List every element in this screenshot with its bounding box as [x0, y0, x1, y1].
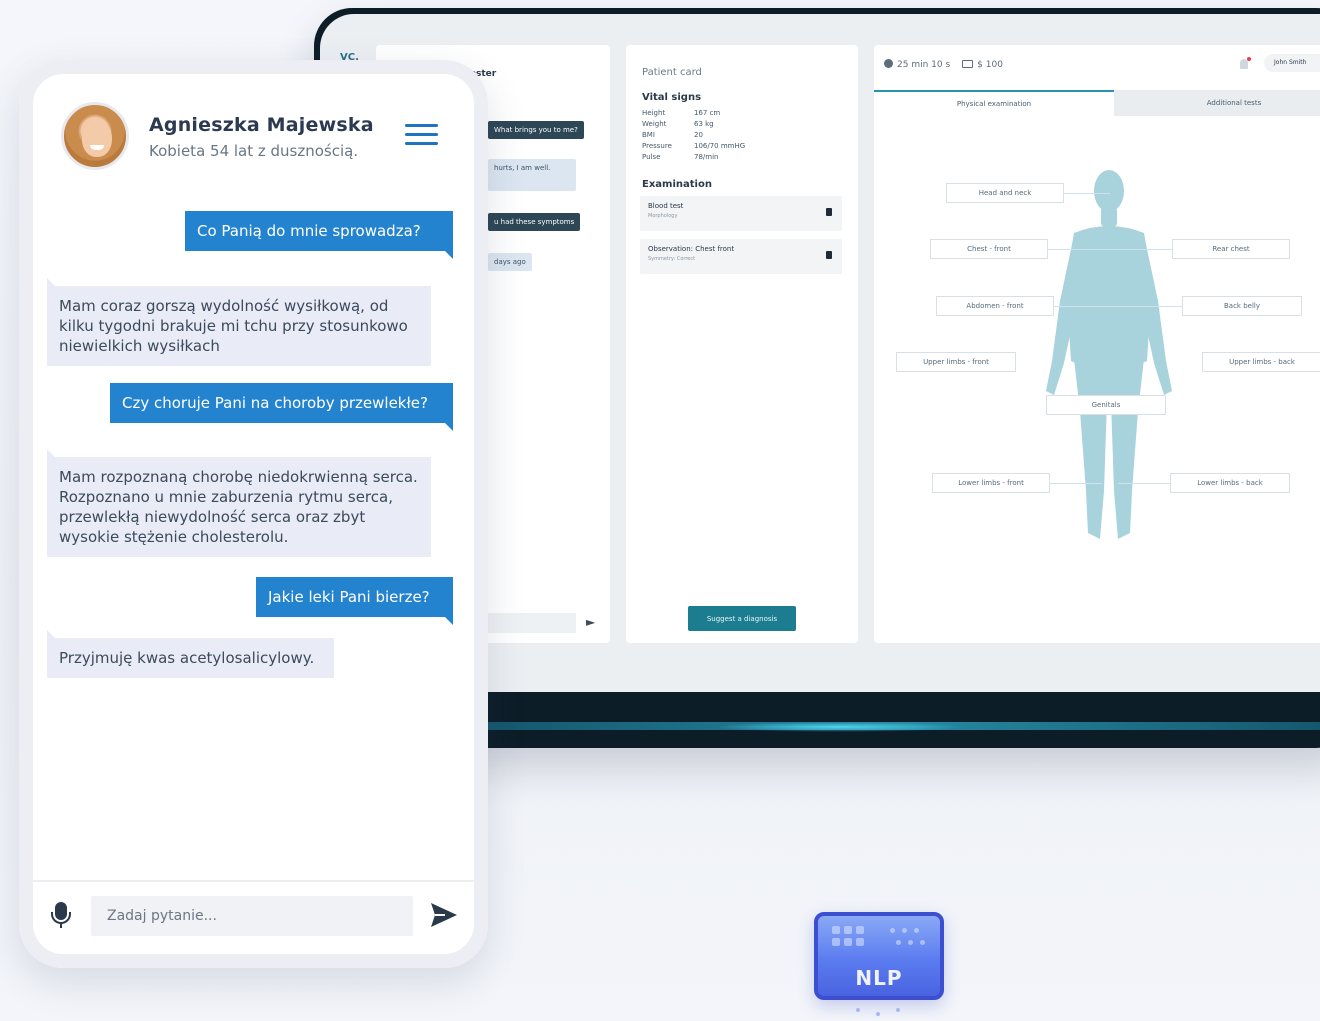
- region-back-belly[interactable]: Back belly: [1182, 296, 1302, 316]
- exam-item-title: Observation: Chest front: [648, 245, 735, 253]
- avatar: [61, 102, 129, 170]
- patient-name: Agnieszka Majewska: [149, 114, 374, 136]
- clock-icon: [884, 59, 893, 68]
- menu-line: [405, 142, 438, 145]
- question-input[interactable]: [91, 896, 413, 936]
- tablet-chat-input[interactable]: [488, 613, 576, 633]
- tablet-patient-message: hurts, I am well.: [488, 159, 576, 191]
- vital-label: BMI: [642, 131, 655, 139]
- bell-icon[interactable]: [1240, 57, 1251, 69]
- trash-icon[interactable]: [826, 251, 832, 259]
- user-menu[interactable]: John Smith: [1264, 54, 1320, 72]
- vital-value: 167 cm: [694, 109, 721, 117]
- physical-exam-panel: 25 min 10 s $ 100 John Smith Physical ex…: [874, 45, 1320, 643]
- suggest-diagnosis-button[interactable]: Suggest a diagnosis: [688, 606, 796, 631]
- nlp-dot: [896, 1008, 900, 1012]
- tablet-glow-highlight: [714, 722, 964, 732]
- tablet-doctor-message: What brings you to me?: [488, 121, 584, 139]
- connector-line: [1110, 249, 1172, 250]
- composer-divider: [33, 880, 474, 882]
- session-info: 25 min 10 s $ 100: [884, 59, 1003, 70]
- vital-value: 106/70 mmHG: [694, 142, 746, 150]
- region-chest-front[interactable]: Chest - front: [930, 239, 1048, 259]
- body-silhouette[interactable]: [1034, 161, 1184, 551]
- chip-dot: [914, 928, 919, 933]
- menu-line: [405, 124, 438, 127]
- nlp-dot: [876, 1012, 880, 1016]
- connector-line: [1050, 483, 1102, 484]
- connector-line: [1048, 249, 1110, 250]
- nlp-chip: NLP: [814, 912, 944, 1000]
- menu-line: [405, 133, 438, 136]
- region-rear-chest[interactable]: Rear chest: [1172, 239, 1290, 259]
- vital-label: Weight: [642, 120, 667, 128]
- region-upper-limbs-front[interactable]: Upper limbs - front: [896, 352, 1016, 372]
- region-head-neck[interactable]: Head and neck: [946, 183, 1064, 203]
- region-upper-limbs-back[interactable]: Upper limbs - back: [1202, 352, 1320, 372]
- chip-dot: [920, 940, 925, 945]
- region-lower-limbs-front[interactable]: Lower limbs - front: [932, 473, 1050, 493]
- exam-item-title: Blood test: [648, 202, 684, 210]
- vital-value: 78/min: [694, 153, 719, 161]
- nlp-dot: [856, 1008, 860, 1012]
- tablet-doctor-message: u had these symptoms: [488, 213, 581, 231]
- avatar-face: [82, 119, 112, 157]
- connector-line: [1118, 483, 1170, 484]
- patient-description: Kobieta 54 lat z dusznością.: [149, 142, 359, 160]
- doctor-message: Jakie leki Pani bierze?: [256, 577, 453, 625]
- vital-label: Pulse: [642, 153, 661, 161]
- patient-card: Patient card Vital signs Height 167 cm We…: [626, 45, 858, 643]
- phone-device: Agnieszka Majewska Kobieta 54 lat z dusz…: [19, 60, 488, 968]
- trash-icon[interactable]: [826, 208, 832, 216]
- hamburger-menu-icon[interactable]: [405, 124, 438, 146]
- chip-cell: [832, 938, 840, 946]
- vital-signs-title: Vital signs: [642, 92, 702, 103]
- exam-item-sub: Symmetry: Correct: [648, 256, 696, 262]
- microphone-icon[interactable]: [51, 902, 71, 928]
- chip-dot: [896, 940, 901, 945]
- doctor-message: Czy choruje Pani na choroby przewlekłe?: [110, 383, 453, 431]
- nlp-chip-pattern: [832, 926, 932, 962]
- patient-message: Przyjmuję kwas acetylosalicylowy.: [47, 630, 334, 678]
- tab-physical-examination[interactable]: Physical examination: [874, 90, 1114, 116]
- chip-cell: [856, 926, 864, 934]
- patient-message: Mam coraz gorszą wydolność wysiłkową, od…: [47, 278, 431, 366]
- timer-value: 25 min 10 s: [897, 60, 951, 70]
- send-icon[interactable]: [429, 900, 459, 930]
- patient-card-title: Patient card: [642, 67, 702, 78]
- chip-dot: [890, 928, 895, 933]
- vital-label: Height: [642, 109, 666, 117]
- region-lower-limbs-back[interactable]: Lower limbs - back: [1170, 473, 1290, 493]
- connector-line: [1110, 306, 1182, 307]
- nlp-dots: [856, 1008, 906, 1018]
- price: $ 100: [962, 59, 1003, 70]
- exam-tabs: Physical examination Additional tests: [874, 90, 1320, 116]
- examination-title: Examination: [642, 179, 712, 190]
- chip-cell: [832, 926, 840, 934]
- exam-item[interactable]: Blood test Morphology: [640, 196, 842, 231]
- exam-item[interactable]: Observation: Chest front Symmetry: Corre…: [640, 239, 842, 274]
- patient-message: Mam rozpoznaną chorobę niedokrwienną ser…: [47, 449, 431, 557]
- chip-cell: [844, 926, 852, 934]
- region-abdomen-front[interactable]: Abdomen - front: [936, 296, 1054, 316]
- vital-value: 63 kg: [694, 120, 714, 128]
- nlp-label: NLP: [855, 966, 903, 990]
- chip-cell: [844, 938, 852, 946]
- tab-additional-tests[interactable]: Additional tests: [1114, 90, 1320, 116]
- chip-cell: [856, 938, 864, 946]
- price-value: $ 100: [977, 59, 1003, 70]
- vital-label: Pressure: [642, 142, 672, 150]
- region-genitals[interactable]: Genitals: [1046, 395, 1166, 415]
- chip-dot: [902, 928, 907, 933]
- exam-item-sub: Morphology: [648, 213, 678, 219]
- send-icon[interactable]: ►: [586, 615, 595, 629]
- chip-dot: [908, 940, 913, 945]
- phone-screen: Agnieszka Majewska Kobieta 54 lat z dusz…: [33, 74, 474, 954]
- timer: 25 min 10 s: [884, 59, 950, 70]
- wallet-icon: [962, 59, 974, 68]
- vital-signs-list: Height 167 cm Weight 63 kg BMI 20 Pressure 1…: [642, 109, 842, 161]
- doctor-message: Co Panią do mnie sprowadza?: [185, 211, 453, 259]
- vital-value: 20: [694, 131, 703, 139]
- tablet-patient-message: days ago: [488, 253, 532, 271]
